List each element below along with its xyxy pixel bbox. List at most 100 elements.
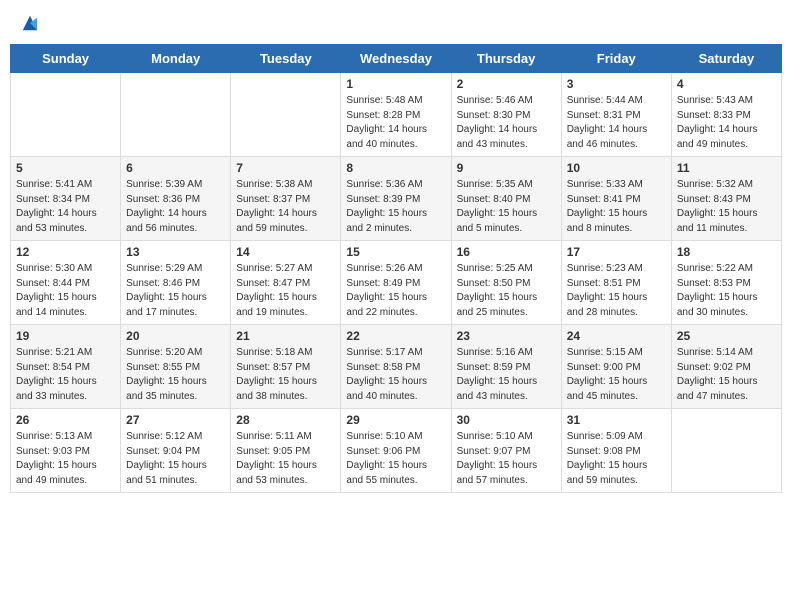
- day-info: Sunrise: 5:14 AM Sunset: 9:02 PM Dayligh…: [677, 346, 776, 404]
- day-number: 26: [16, 413, 115, 427]
- calendar-cell: 19Sunrise: 5:21 AM Sunset: 8:54 PM Dayli…: [11, 325, 121, 409]
- day-number: 21: [236, 329, 335, 343]
- day-number: 27: [126, 413, 225, 427]
- day-info: Sunrise: 5:12 AM Sunset: 9:04 PM Dayligh…: [126, 430, 225, 488]
- day-number: 15: [346, 245, 445, 259]
- day-number: 16: [457, 245, 556, 259]
- calendar-cell: 8 Sunrise: 5:36 AM Sunset: 8:39 PM Daylig…: [341, 157, 451, 241]
- day-info: Sunrise: 5:18 AM Sunset: 8:57 PM Dayligh…: [236, 346, 335, 404]
- day-info: Sunrise: 5:16 AM Sunset: 8:59 PM Dayligh…: [457, 346, 556, 404]
- weekday-header-friday: Friday: [561, 45, 671, 73]
- day-number: 7: [236, 161, 335, 175]
- calendar-cell: 27 Sunrise: 5:12 AM Sunset: 9:04 PM Dayli…: [121, 409, 231, 493]
- calendar-week-row: 26 Sunrise: 5:13 AM Sunset: 9:03 PM Dayli…: [11, 409, 782, 493]
- day-number: 1: [346, 77, 445, 91]
- day-number: 10: [567, 161, 666, 175]
- day-number: 29: [346, 413, 445, 427]
- day-number: 12: [16, 245, 115, 259]
- weekday-header-monday: Monday: [121, 45, 231, 73]
- weekday-header-wednesday: Wednesday: [341, 45, 451, 73]
- day-info: Sunrise: 5:20 AM Sunset: 8:55 PM Dayligh…: [126, 346, 225, 404]
- weekday-header-sunday: Sunday: [11, 45, 121, 73]
- calendar-cell: 17 Sunrise: 5:23 AM Sunset: 8:51 PM Dayli…: [561, 241, 671, 325]
- day-info: Sunrise: 5:46 AM Sunset: 8:30 PM Dayligh…: [457, 94, 556, 152]
- day-info: Sunrise: 5:41 AM Sunset: 8:34 PM Dayligh…: [16, 178, 115, 236]
- calendar-cell: 7 Sunrise: 5:38 AM Sunset: 8:37 PM Daylig…: [231, 157, 341, 241]
- day-number: 2: [457, 77, 556, 91]
- day-number: 28: [236, 413, 335, 427]
- calendar-week-row: 19Sunrise: 5:21 AM Sunset: 8:54 PM Dayli…: [11, 325, 782, 409]
- calendar-cell: 6 Sunrise: 5:39 AM Sunset: 8:36 PM Daylig…: [121, 157, 231, 241]
- day-number: 24: [567, 329, 666, 343]
- day-info: Sunrise: 5:48 AM Sunset: 8:28 PM Dayligh…: [346, 94, 445, 152]
- calendar-table: SundayMondayTuesdayWednesdayThursdayFrid…: [10, 44, 782, 493]
- day-number: 4: [677, 77, 776, 91]
- day-number: 19: [16, 329, 115, 343]
- calendar-cell: 24 Sunrise: 5:15 AM Sunset: 9:00 PM Dayli…: [561, 325, 671, 409]
- calendar-cell: [231, 73, 341, 157]
- calendar-cell: [11, 73, 121, 157]
- day-number: 20: [126, 329, 225, 343]
- calendar-cell: 13Sunrise: 5:29 AM Sunset: 8:46 PM Dayli…: [121, 241, 231, 325]
- calendar-cell: 29 Sunrise: 5:10 AM Sunset: 9:06 PM Dayli…: [341, 409, 451, 493]
- day-info: Sunrise: 5:10 AM Sunset: 9:07 PM Dayligh…: [457, 430, 556, 488]
- calendar-cell: [671, 409, 781, 493]
- day-number: 14: [236, 245, 335, 259]
- calendar-cell: 16 Sunrise: 5:25 AM Sunset: 8:50 PM Dayli…: [451, 241, 561, 325]
- day-info: Sunrise: 5:26 AM Sunset: 8:49 PM Dayligh…: [346, 262, 445, 320]
- day-number: 30: [457, 413, 556, 427]
- calendar-cell: 18 Sunrise: 5:22 AM Sunset: 8:53 PM Dayli…: [671, 241, 781, 325]
- day-number: 22: [346, 329, 445, 343]
- day-info: Sunrise: 5:23 AM Sunset: 8:51 PM Dayligh…: [567, 262, 666, 320]
- day-info: Sunrise: 5:39 AM Sunset: 8:36 PM Dayligh…: [126, 178, 225, 236]
- day-number: 17: [567, 245, 666, 259]
- calendar-cell: 2 Sunrise: 5:46 AM Sunset: 8:30 PM Daylig…: [451, 73, 561, 157]
- weekday-header-thursday: Thursday: [451, 45, 561, 73]
- calendar-week-row: 12 Sunrise: 5:30 AM Sunset: 8:44 PM Dayli…: [11, 241, 782, 325]
- day-info: Sunrise: 5:13 AM Sunset: 9:03 PM Dayligh…: [16, 430, 115, 488]
- day-info: Sunrise: 5:44 AM Sunset: 8:31 PM Dayligh…: [567, 94, 666, 152]
- calendar-cell: 10 Sunrise: 5:33 AM Sunset: 8:41 PM Dayli…: [561, 157, 671, 241]
- calendar-cell: 21 Sunrise: 5:18 AM Sunset: 8:57 PM Dayli…: [231, 325, 341, 409]
- day-info: Sunrise: 5:27 AM Sunset: 8:47 PM Dayligh…: [236, 262, 335, 320]
- day-info: Sunrise: 5:29 AM Sunset: 8:46 PM Dayligh…: [126, 262, 225, 320]
- calendar-cell: [121, 73, 231, 157]
- day-number: 8: [346, 161, 445, 175]
- day-info: Sunrise: 5:35 AM Sunset: 8:40 PM Dayligh…: [457, 178, 556, 236]
- calendar-cell: 5 Sunrise: 5:41 AM Sunset: 8:34 PM Daylig…: [11, 157, 121, 241]
- logo-icon: [21, 14, 39, 32]
- day-info: Sunrise: 5:10 AM Sunset: 9:06 PM Dayligh…: [346, 430, 445, 488]
- day-number: 23: [457, 329, 556, 343]
- logo: [18, 14, 39, 32]
- calendar-cell: 12 Sunrise: 5:30 AM Sunset: 8:44 PM Dayli…: [11, 241, 121, 325]
- day-info: Sunrise: 5:22 AM Sunset: 8:53 PM Dayligh…: [677, 262, 776, 320]
- calendar-cell: 22Sunrise: 5:17 AM Sunset: 8:58 PM Dayli…: [341, 325, 451, 409]
- day-info: Sunrise: 5:15 AM Sunset: 9:00 PM Dayligh…: [567, 346, 666, 404]
- day-number: 25: [677, 329, 776, 343]
- weekday-header-tuesday: Tuesday: [231, 45, 341, 73]
- calendar-cell: 3 Sunrise: 5:44 AM Sunset: 8:31 PM Daylig…: [561, 73, 671, 157]
- day-number: 18: [677, 245, 776, 259]
- day-number: 3: [567, 77, 666, 91]
- calendar-cell: 14 Sunrise: 5:27 AM Sunset: 8:47 PM Dayli…: [231, 241, 341, 325]
- calendar-week-row: 1 Sunrise: 5:48 AM Sunset: 8:28 PM Daylig…: [11, 73, 782, 157]
- day-info: Sunrise: 5:43 AM Sunset: 8:33 PM Dayligh…: [677, 94, 776, 152]
- page-header: [10, 10, 782, 36]
- day-info: Sunrise: 5:36 AM Sunset: 8:39 PM Dayligh…: [346, 178, 445, 236]
- day-number: 5: [16, 161, 115, 175]
- weekday-header-row: SundayMondayTuesdayWednesdayThursdayFrid…: [11, 45, 782, 73]
- calendar-cell: 1 Sunrise: 5:48 AM Sunset: 8:28 PM Daylig…: [341, 73, 451, 157]
- day-info: Sunrise: 5:38 AM Sunset: 8:37 PM Dayligh…: [236, 178, 335, 236]
- day-info: Sunrise: 5:33 AM Sunset: 8:41 PM Dayligh…: [567, 178, 666, 236]
- calendar-cell: 20 Sunrise: 5:20 AM Sunset: 8:55 PM Dayli…: [121, 325, 231, 409]
- day-number: 9: [457, 161, 556, 175]
- day-info: Sunrise: 5:11 AM Sunset: 9:05 PM Dayligh…: [236, 430, 335, 488]
- calendar-cell: 26 Sunrise: 5:13 AM Sunset: 9:03 PM Dayli…: [11, 409, 121, 493]
- calendar-cell: 31Sunrise: 5:09 AM Sunset: 9:08 PM Dayli…: [561, 409, 671, 493]
- day-number: 6: [126, 161, 225, 175]
- calendar-cell: 28 Sunrise: 5:11 AM Sunset: 9:05 PM Dayli…: [231, 409, 341, 493]
- weekday-header-saturday: Saturday: [671, 45, 781, 73]
- day-info: Sunrise: 5:09 AM Sunset: 9:08 PM Dayligh…: [567, 430, 666, 488]
- day-info: Sunrise: 5:25 AM Sunset: 8:50 PM Dayligh…: [457, 262, 556, 320]
- day-info: Sunrise: 5:30 AM Sunset: 8:44 PM Dayligh…: [16, 262, 115, 320]
